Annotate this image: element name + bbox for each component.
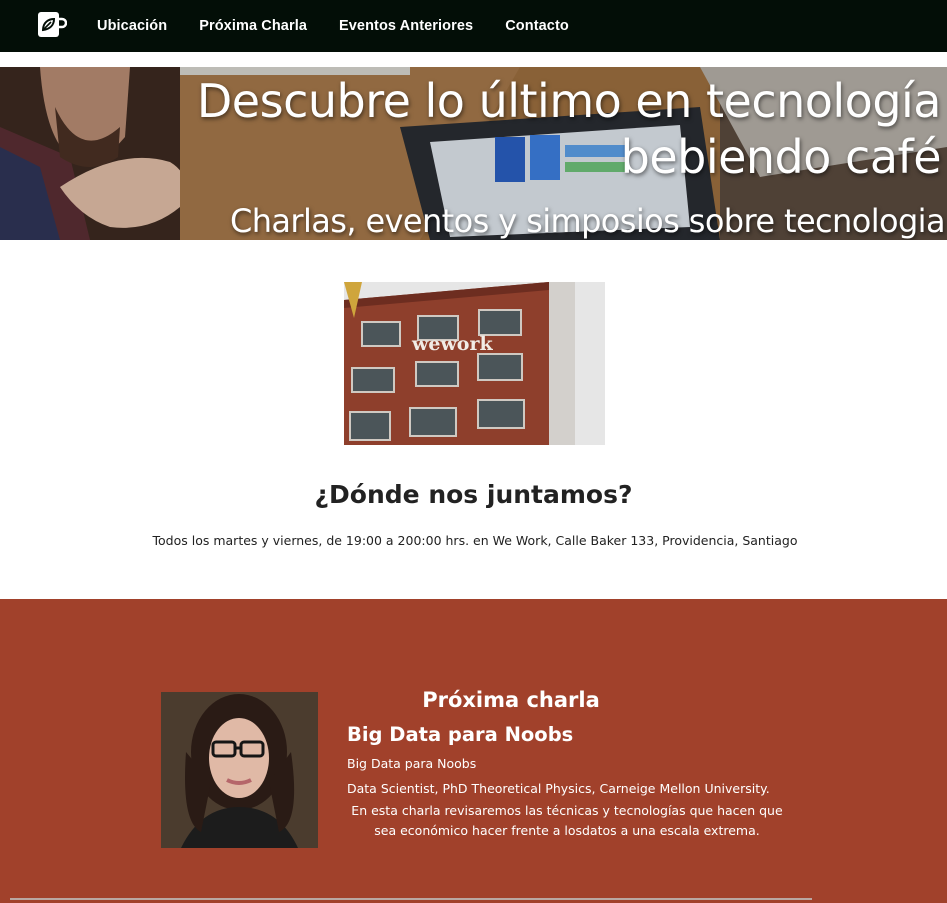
talk-title: Big Data para Noobs bbox=[347, 723, 574, 746]
section-divider bbox=[10, 898, 812, 900]
nav-links: Ubicación Próxima Charla Eventos Anterio… bbox=[97, 0, 601, 52]
hero-subtitle: Charlas, eventos y simposios sobre tecno… bbox=[229, 202, 946, 240]
building-image: wework bbox=[344, 282, 605, 445]
nav-link-proxima-charla[interactable]: Próxima Charla bbox=[199, 18, 307, 34]
nav-link-eventos-anteriores[interactable]: Eventos Anteriores bbox=[339, 18, 473, 34]
speaker-photo bbox=[161, 692, 318, 848]
location-photo: wework bbox=[344, 282, 605, 445]
hero-title: Descubre lo último en tecnología bebiend… bbox=[196, 74, 942, 184]
nav-link-contacto[interactable]: Contacto bbox=[505, 18, 569, 34]
speaker-bio: Data Scientist, PhD Theoretical Physics,… bbox=[347, 781, 770, 796]
hero-banner: Descubre lo último en tecnología bebiend… bbox=[0, 67, 947, 240]
location-heading: ¿Dónde nos juntamos? bbox=[314, 480, 633, 509]
coffee-cup-leaf-icon bbox=[38, 12, 68, 37]
nav-link-ubicacion[interactable]: Ubicación bbox=[97, 18, 167, 34]
wework-sign-text: wework bbox=[411, 333, 493, 355]
next-talk-heading: Próxima charla bbox=[422, 688, 600, 712]
talk-description: En esta charla revisaremos las técnicas … bbox=[351, 803, 783, 838]
location-text: Todos los martes y viernes, de 19:00 a 2… bbox=[152, 533, 798, 548]
navbar: Ubicación Próxima Charla Eventos Anterio… bbox=[0, 0, 947, 52]
brand-logo[interactable] bbox=[37, 11, 68, 39]
speaker-image bbox=[161, 692, 318, 848]
talk-subtitle: Big Data para Noobs bbox=[347, 756, 477, 771]
next-talk-section: Próxima charla Big Data para Noobs Big D… bbox=[0, 599, 947, 903]
